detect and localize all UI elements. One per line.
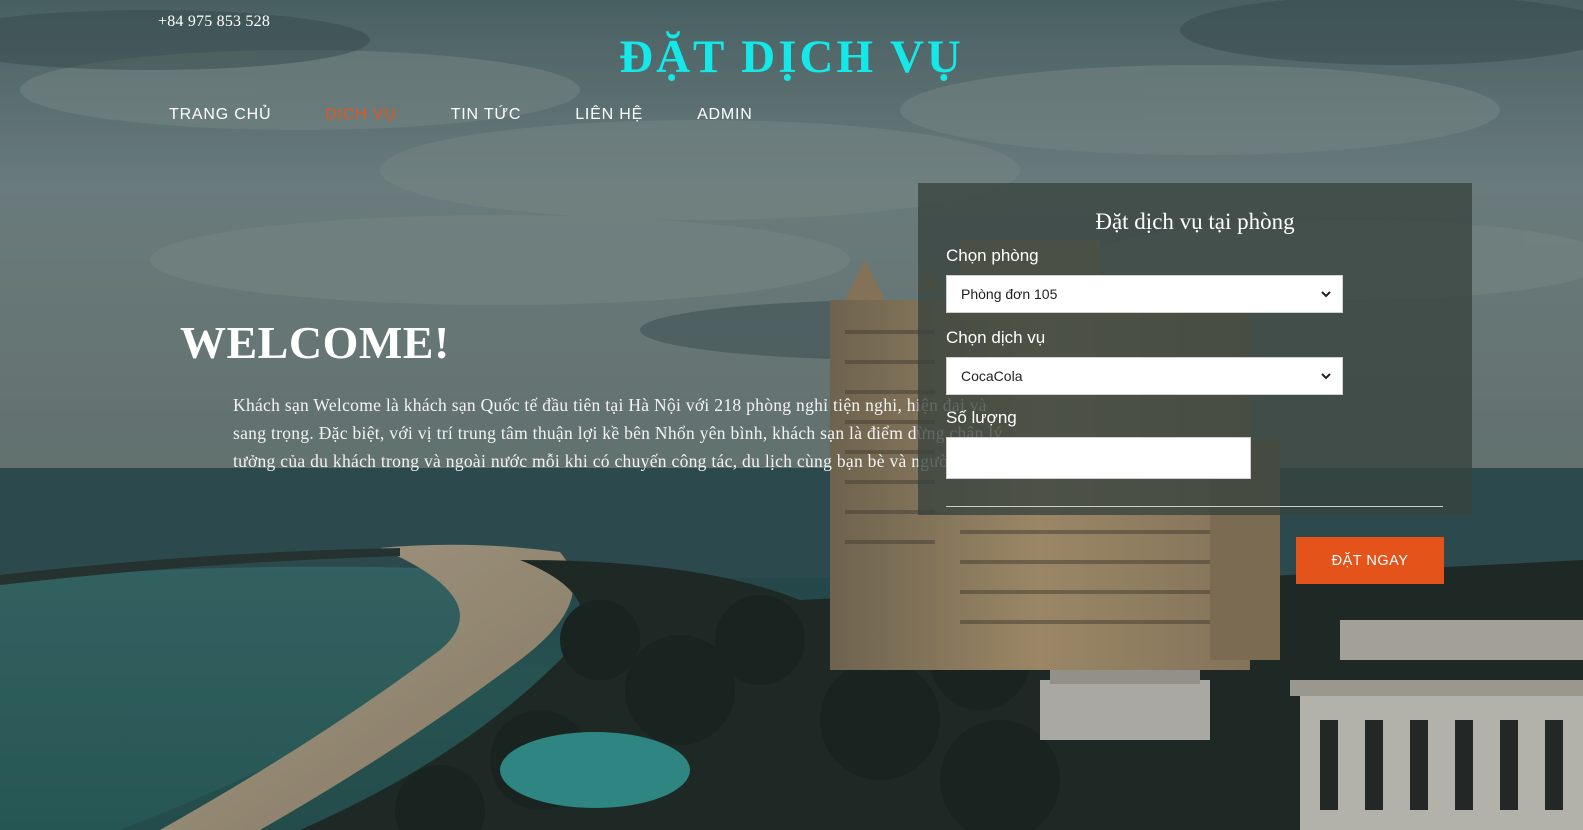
service-select[interactable]: CocaCola bbox=[946, 357, 1343, 395]
booking-form-panel: Đặt dịch vụ tại phòng Chọn phòng Phòng đ… bbox=[918, 183, 1472, 515]
service-select-value: CocaCola bbox=[961, 368, 1023, 384]
book-now-button[interactable]: ĐẶT NGAY bbox=[1296, 537, 1444, 584]
service-label: Chọn dịch vụ bbox=[946, 328, 1046, 347]
phone-number: +84 975 853 528 bbox=[158, 13, 271, 30]
chevron-down-icon bbox=[1321, 291, 1331, 298]
quantity-label: Số lượng bbox=[946, 408, 1017, 427]
room-select-value: Phòng đơn 105 bbox=[961, 286, 1058, 302]
nav-item-dich-vu[interactable]: DỊCH VỤ bbox=[325, 106, 396, 124]
welcome-description: Khách sạn Welcome là khách sạn Quốc tế đ… bbox=[233, 395, 1003, 471]
nav-item-trang-chu[interactable]: TRANG CHỦ bbox=[169, 106, 271, 124]
nav-item-admin[interactable]: ADMIN bbox=[697, 106, 753, 124]
nav-item-lien-he[interactable]: LIÊN HỆ bbox=[575, 106, 643, 124]
chevron-down-icon bbox=[1321, 373, 1331, 380]
form-divider bbox=[946, 506, 1443, 507]
room-label: Chọn phòng bbox=[946, 246, 1039, 265]
main-nav: TRANG CHỦ DỊCH VỤ TIN TỨC LIÊN HỆ ADMIN bbox=[169, 106, 807, 124]
welcome-heading: WELCOME! bbox=[180, 317, 450, 368]
quantity-input[interactable] bbox=[946, 437, 1251, 479]
room-select[interactable]: Phòng đơn 105 bbox=[946, 275, 1343, 313]
booking-form-title: Đặt dịch vụ tại phòng bbox=[1095, 209, 1295, 234]
nav-item-tin-tuc[interactable]: TIN TỨC bbox=[451, 106, 522, 124]
page-title: ĐẶT DỊCH VỤ bbox=[619, 31, 964, 83]
